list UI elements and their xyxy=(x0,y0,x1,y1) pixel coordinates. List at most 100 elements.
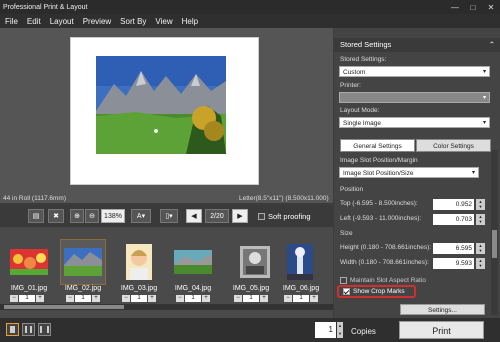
double-view-button[interactable] xyxy=(22,323,35,336)
text-icon: A▾ xyxy=(136,213,146,220)
tab-general-settings[interactable]: General Settings xyxy=(340,139,415,152)
chevron-down-icon: ▾ xyxy=(471,170,475,176)
prev-page-button[interactable]: ◀ xyxy=(186,209,202,223)
collapse-icon[interactable]: ⌃ xyxy=(489,38,495,52)
minus-icon[interactable]: − xyxy=(10,295,18,302)
thumbnail-img02[interactable] xyxy=(60,239,106,285)
scrollbar-thumb[interactable] xyxy=(492,230,497,258)
chevron-down-icon: ▾ xyxy=(482,69,486,75)
width-spinner[interactable]: ▲ ▼ xyxy=(476,258,485,269)
zoom-value: 138% xyxy=(104,212,122,220)
menu-file[interactable]: File xyxy=(5,17,18,26)
maximize-icon[interactable]: □ xyxy=(464,0,482,14)
plus-icon[interactable]: + xyxy=(148,295,156,302)
roll-status: 44 in Roll (1117.6mm) xyxy=(3,195,66,202)
thumbnail-img01[interactable] xyxy=(8,240,50,284)
show-crop-marks-checkbox[interactable] xyxy=(343,288,350,295)
height-spinner[interactable]: ▲ ▼ xyxy=(476,243,485,254)
plus-icon[interactable]: + xyxy=(310,295,318,302)
zoom-select[interactable]: 138% xyxy=(101,209,125,223)
next-page-button[interactable]: ▶ xyxy=(232,209,248,223)
spin-down-icon[interactable]: ▼ xyxy=(338,331,342,336)
preview-photo[interactable] xyxy=(96,56,226,154)
spin-down-icon[interactable]: ▼ xyxy=(479,263,483,268)
thumbnail-img06[interactable] xyxy=(284,240,316,284)
quantity-stepper[interactable]: −1 + xyxy=(176,295,210,302)
width-input[interactable]: 9.593 xyxy=(433,258,474,269)
show-crop-marks-toggle[interactable]: Show Crop Marks xyxy=(337,285,416,298)
quantity-stepper[interactable]: −1 + xyxy=(284,295,318,302)
top-spinner[interactable]: ▲ ▼ xyxy=(476,199,485,210)
spin-down-icon[interactable]: ▼ xyxy=(479,248,483,253)
spin-down-icon[interactable]: ▼ xyxy=(479,219,483,224)
plus-icon[interactable]: + xyxy=(260,295,268,302)
scrollbar-thumb[interactable] xyxy=(4,305,124,309)
settings-button[interactable]: Settings... xyxy=(400,304,485,315)
thumbnail-name: IMG_02.jpg xyxy=(64,285,102,292)
top-input[interactable]: 0.952 xyxy=(433,199,474,210)
thumbnail-img03[interactable] xyxy=(122,240,156,284)
menu-layout[interactable]: Layout xyxy=(50,17,74,26)
height-input[interactable]: 6.595 xyxy=(433,243,474,254)
width-label: Width (0.180 - 708.661inches): xyxy=(340,259,429,266)
quantity-value[interactable]: 1 xyxy=(293,295,309,302)
menu-preview[interactable]: Preview xyxy=(83,17,111,26)
delete-page-button[interactable]: ✖ xyxy=(48,209,64,223)
quantity-stepper[interactable]: −1 + xyxy=(10,295,44,302)
text-button[interactable]: A▾ xyxy=(131,209,151,223)
copies-input[interactable]: 1 xyxy=(315,322,336,338)
printer-select[interactable]: ▾ xyxy=(339,92,490,103)
maintain-aspect-checkbox[interactable] xyxy=(340,277,347,284)
maintain-aspect-label: Maintain Slot Aspect Ratio xyxy=(350,277,426,284)
zoom-in-button[interactable]: ⊕ xyxy=(70,209,84,223)
spin-up-icon[interactable]: ▲ xyxy=(338,323,342,328)
quantity-value[interactable]: 1 xyxy=(131,295,147,302)
delete-page-icon: ✖ xyxy=(53,213,59,220)
tab-color-settings[interactable]: Color Settings xyxy=(416,139,491,152)
panel-scrollbar[interactable] xyxy=(491,150,498,315)
spin-down-icon[interactable]: ▼ xyxy=(479,204,483,209)
layout-button[interactable]: ▯▾ xyxy=(160,209,178,223)
layout-mode-select[interactable]: Single Image ▾ xyxy=(339,117,490,128)
plus-icon[interactable]: + xyxy=(36,295,44,302)
quantity-stepper[interactable]: −1 + xyxy=(122,295,156,302)
zoom-out-button[interactable]: ⊖ xyxy=(85,209,99,223)
title-bar: Professional Print & Layout — □ ✕ xyxy=(0,0,500,14)
thumbnail-scrollbar[interactable] xyxy=(0,304,333,310)
menu-view[interactable]: View xyxy=(155,17,172,26)
chevron-down-icon: ▾ xyxy=(482,95,486,101)
quantity-stepper[interactable]: −1 + xyxy=(234,295,268,302)
print-button[interactable]: Print xyxy=(399,321,484,339)
minus-icon[interactable]: − xyxy=(66,295,74,302)
maintain-aspect-toggle[interactable]: Maintain Slot Aspect Ratio xyxy=(340,277,426,284)
close-icon[interactable]: ✕ xyxy=(482,0,500,14)
quantity-value[interactable]: 1 xyxy=(243,295,259,302)
menu-sort-by[interactable]: Sort By xyxy=(120,17,146,26)
fit-page-button[interactable]: ▤ xyxy=(28,209,44,223)
minus-icon[interactable]: − xyxy=(284,295,292,302)
menu-edit[interactable]: Edit xyxy=(27,17,41,26)
quantity-stepper[interactable]: −1 + xyxy=(66,295,100,302)
minus-icon[interactable]: − xyxy=(176,295,184,302)
plus-icon[interactable]: + xyxy=(92,295,100,302)
slot-position-select[interactable]: Image Slot Position/Size ▾ xyxy=(339,167,479,178)
left-spinner[interactable]: ▲ ▼ xyxy=(476,214,485,225)
minimize-icon[interactable]: — xyxy=(446,0,464,14)
quantity-value[interactable]: 1 xyxy=(75,295,91,302)
plus-icon[interactable]: + xyxy=(202,295,210,302)
minus-icon[interactable]: − xyxy=(234,295,242,302)
thumbnail-img04[interactable] xyxy=(172,240,214,284)
single-view-button[interactable] xyxy=(6,323,19,336)
soft-proofing-checkbox[interactable] xyxy=(258,213,265,220)
soft-proofing-toggle[interactable]: Soft proofing xyxy=(258,212,311,221)
copies-spinner[interactable]: ▲ ▼ xyxy=(337,322,343,338)
left-input[interactable]: 0.703 xyxy=(433,214,474,225)
stored-settings-select[interactable]: Custom ▾ xyxy=(339,66,490,77)
multi-view-button[interactable] xyxy=(38,323,51,336)
stored-settings-header[interactable]: Stored Settings ⌃ xyxy=(334,38,500,52)
quantity-value[interactable]: 1 xyxy=(19,295,35,302)
quantity-value[interactable]: 1 xyxy=(185,295,201,302)
thumbnail-img05[interactable] xyxy=(234,240,276,284)
menu-help[interactable]: Help xyxy=(182,17,198,26)
minus-icon[interactable]: − xyxy=(122,295,130,302)
